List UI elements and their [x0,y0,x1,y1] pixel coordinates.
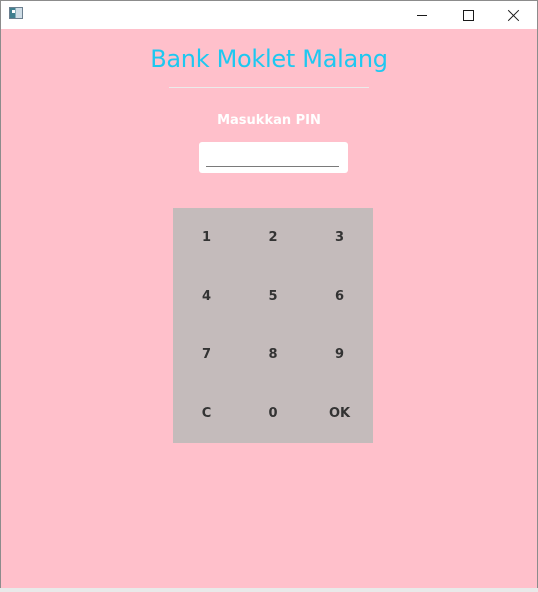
pin-label: Masukkan PIN [217,113,321,128]
key-4-button[interactable]: 4 [173,267,240,326]
key-0-button[interactable]: 0 [240,384,306,443]
taskbar-strip [0,588,538,592]
key-8-button[interactable]: 8 [240,326,306,385]
close-icon [508,9,520,21]
key-3-button[interactable]: 3 [306,208,373,267]
clear-button[interactable]: C [173,384,240,443]
main-panel: Bank Moklet Malang Masukkan PIN 1 2 3 4 … [1,29,537,589]
key-9-button[interactable]: 9 [306,326,373,385]
minimize-icon [417,14,427,16]
pin-field-container [199,142,348,173]
maximize-button[interactable] [445,1,491,29]
key-6-button[interactable]: 6 [306,267,373,326]
key-7-button[interactable]: 7 [173,326,240,385]
ok-button[interactable]: OK [306,384,373,443]
app-window: Bank Moklet Malang Masukkan PIN 1 2 3 4 … [0,0,538,592]
bank-title: Bank Moklet Malang [150,45,388,73]
title-bar[interactable] [1,1,537,29]
keypad: 1 2 3 4 5 6 7 8 9 C 0 OK [173,208,373,443]
pin-input[interactable] [206,148,339,167]
minimize-button[interactable] [399,1,445,29]
app-window-icon [9,7,23,19]
key-5-button[interactable]: 5 [240,267,306,326]
key-2-button[interactable]: 2 [240,208,306,267]
close-button[interactable] [491,1,537,29]
key-1-button[interactable]: 1 [173,208,240,267]
maximize-icon [462,9,474,21]
title-divider [169,87,369,88]
